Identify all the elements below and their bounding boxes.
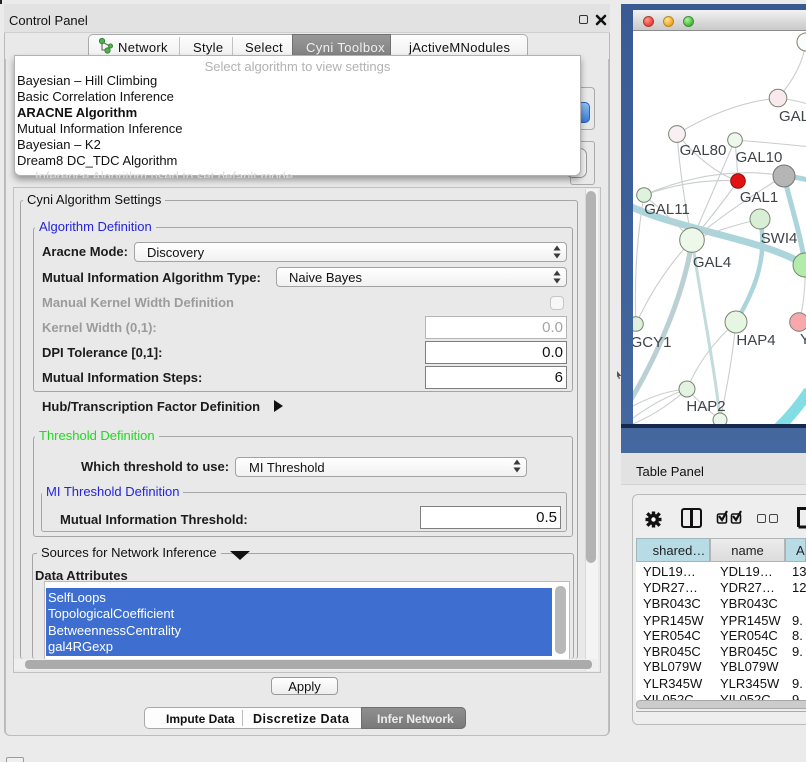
svg-text:HAP2: HAP2 [686, 398, 725, 415]
svg-text:GAL11: GAL11 [644, 201, 690, 218]
svg-text:GAL2: GAL2 [779, 108, 806, 125]
svg-text:GAL4: GAL4 [693, 254, 731, 271]
svg-text:YJL0: YJL0 [800, 331, 806, 348]
svg-text:GAL10: GAL10 [736, 149, 783, 166]
svg-text:SWI4: SWI4 [761, 230, 798, 247]
svg-text:GAL1: GAL1 [740, 189, 778, 206]
svg-text:HAP4: HAP4 [736, 332, 775, 349]
svg-text:GAL80: GAL80 [680, 142, 727, 159]
svg-text:GCY1: GCY1 [633, 334, 671, 351]
